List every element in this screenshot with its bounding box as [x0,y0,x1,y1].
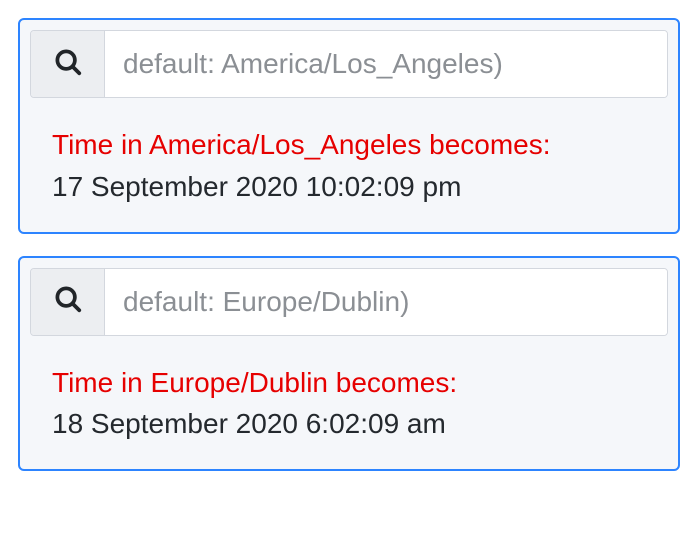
page-root: Time in America/Los_Angeles becomes: 17 … [0,0,698,511]
result-value: 18 September 2020 6:02:09 am [52,405,646,443]
search-icon [53,284,83,319]
search-icon-box [31,31,105,97]
result-heading: Time in Europe/Dublin becomes: [52,364,646,402]
search-row [30,268,668,336]
timezone-search-input[interactable] [105,31,667,97]
timezone-card: Time in America/Los_Angeles becomes: 17 … [18,18,680,234]
search-icon-box [31,269,105,335]
result-block: Time in America/Los_Angeles becomes: 17 … [30,126,668,206]
result-block: Time in Europe/Dublin becomes: 18 Septem… [30,364,668,444]
result-heading: Time in America/Los_Angeles becomes: [52,126,646,164]
timezone-card: Time in Europe/Dublin becomes: 18 Septem… [18,256,680,472]
search-icon [53,47,83,82]
timezone-search-input[interactable] [105,269,667,335]
search-row [30,30,668,98]
result-value: 17 September 2020 10:02:09 pm [52,168,646,206]
